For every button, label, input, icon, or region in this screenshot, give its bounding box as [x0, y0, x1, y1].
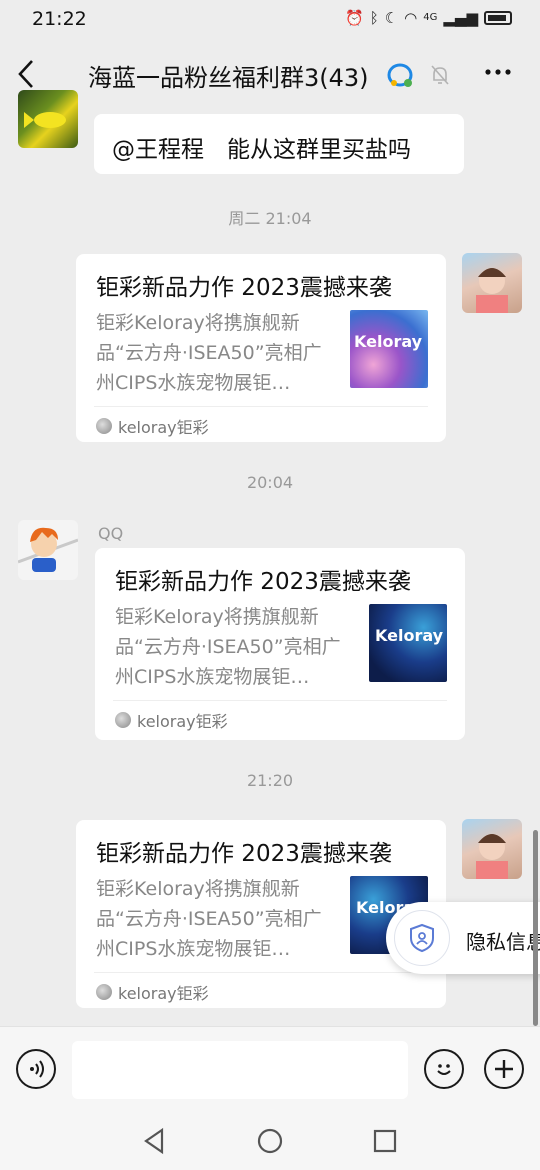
link-card[interactable]: 钜彩新品力作 2023震撼来袭 钜彩Keloray将携旗舰新品“云方舟·ISEA…: [76, 254, 446, 442]
ai-search-icon[interactable]: [386, 62, 416, 90]
timestamp: 20:04: [246, 473, 294, 492]
network-label: 4G: [423, 12, 438, 23]
card-thumbnail: Keloray: [350, 310, 428, 388]
chat-header: 海蓝一品粉丝福利群3(43): [0, 44, 540, 104]
signal-icon: ▂▄▆: [443, 9, 478, 27]
input-bar: [0, 1026, 540, 1110]
card-source: keloray钜彩: [96, 980, 209, 1004]
sender-name: QQ: [98, 524, 124, 543]
source-name: keloray钜彩: [137, 712, 228, 731]
plus-icon: [495, 1060, 513, 1078]
chevron-left-icon: [18, 60, 33, 88]
message-input[interactable]: [72, 1041, 408, 1099]
circle-home-icon: [257, 1128, 283, 1154]
card-title: 钜彩新品力作 2023震撼来袭: [96, 841, 392, 867]
status-icons: ⏰ ᛒ ☾ ◠ 4G ▂▄▆: [345, 8, 512, 28]
emoji-button[interactable]: [424, 1049, 464, 1089]
card-thumbnail: Keloray: [369, 604, 447, 682]
moon-icon: ☾: [384, 9, 399, 27]
avatar-fish[interactable]: [18, 90, 78, 148]
voice-icon: [30, 1060, 44, 1078]
scrollbar[interactable]: [533, 830, 538, 1026]
card-description: 钜彩Keloray将携旗舰新品“云方舟·ISEA50”亮相广州CIPS水族宠物展…: [115, 606, 341, 688]
nav-home-button[interactable]: [255, 1126, 285, 1156]
more-dots-icon: [485, 69, 511, 75]
card-description: 钜彩Keloray将携旗舰新品“云方舟·ISEA50”亮相广州CIPS水族宠物展…: [96, 312, 322, 394]
source-logo-icon: [96, 418, 112, 434]
source-logo-icon: [96, 984, 112, 1000]
card-source: keloray钜彩: [115, 708, 228, 732]
card-description: 钜彩Keloray将携旗舰新品“云方舟·ISEA50”亮相广州CIPS水族宠物展…: [96, 878, 322, 960]
link-card[interactable]: 钜彩新品力作 2023震撼来袭 钜彩Keloray将携旗舰新品“云方舟·ISEA…: [76, 820, 446, 1008]
card-title: 钜彩新品力作 2023震撼来袭: [115, 569, 411, 595]
card-divider: [94, 972, 428, 973]
status-bar: 21:22 ⏰ ᛒ ☾ ◠ 4G ▂▄▆: [0, 0, 540, 40]
smiley-icon: [437, 1064, 451, 1075]
card-title: 钜彩新品力作 2023震撼来袭: [96, 275, 392, 301]
privacy-label: 隐私信息: [466, 930, 540, 954]
alarm-icon: ⏰: [345, 9, 364, 27]
card-divider: [113, 700, 447, 701]
back-button[interactable]: [16, 54, 48, 94]
card-source: keloray钜彩: [96, 414, 209, 438]
avatar-qq[interactable]: [18, 520, 78, 580]
avatar-self[interactable]: [462, 819, 522, 879]
system-navigation-bar: [0, 1110, 540, 1170]
square-recents-icon: [373, 1129, 397, 1153]
status-time: 21:22: [32, 8, 87, 30]
card-divider: [94, 406, 428, 407]
message-text: @王程程 能从这群里买盐吗: [112, 137, 411, 163]
avatar-self[interactable]: [462, 253, 522, 313]
source-name: keloray钜彩: [118, 418, 209, 437]
mute-bell-icon: [430, 64, 450, 91]
more-options-button[interactable]: [482, 56, 514, 95]
thumbnail-logo: Keloray: [375, 626, 444, 645]
more-functions-button[interactable]: [484, 1049, 524, 1089]
link-card[interactable]: 钜彩新品力作 2023震撼来袭 钜彩Keloray将携旗舰新品“云方舟·ISEA…: [95, 548, 465, 740]
timestamp: 21:20: [246, 771, 294, 790]
triangle-back-icon: [144, 1127, 164, 1155]
source-name: keloray钜彩: [118, 984, 209, 1003]
timestamp: 周二 21:04: [228, 209, 312, 228]
thumbnail-logo: Keloray: [354, 332, 423, 351]
wifi-icon: ◠: [404, 9, 418, 27]
nav-back-button[interactable]: [140, 1126, 170, 1156]
bluetooth-icon: ᛒ: [369, 9, 379, 27]
shield-icon: [394, 910, 450, 966]
nav-recents-button[interactable]: [370, 1126, 400, 1156]
message-text-bubble[interactable]: @王程程 能从这群里买盐吗: [94, 114, 464, 174]
source-logo-icon: [115, 712, 131, 728]
battery-icon: [484, 11, 512, 25]
page-title: 海蓝一品粉丝福利群3(43): [88, 64, 369, 92]
voice-button[interactable]: [16, 1049, 56, 1089]
privacy-info-button[interactable]: 隐私信息: [386, 902, 540, 974]
